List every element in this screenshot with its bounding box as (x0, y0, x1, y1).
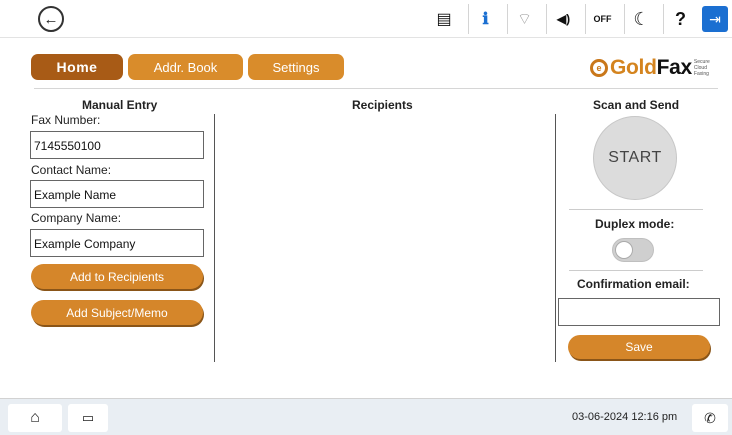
confirmation-email-label: Confirmation email: (577, 277, 690, 291)
left-column-divider (214, 114, 215, 362)
quiet-mode-off-icon[interactable]: OFF (585, 4, 615, 34)
logo-wordmark: GoldFax (610, 56, 692, 79)
right-column-divider (555, 114, 556, 362)
recipients-title: Recipients (352, 98, 413, 112)
company-name-label: Company Name: (31, 211, 122, 225)
date-time: 03-06-2024 12:16 pm (572, 411, 678, 423)
duplex-toggle[interactable] (612, 238, 654, 262)
job-status-button[interactable]: ▭ (68, 404, 108, 432)
sleep-moon-icon[interactable]: ☾ (624, 4, 654, 34)
company-name-field[interactable]: Example Company (30, 229, 204, 257)
logo-mark: e (590, 59, 608, 77)
wifi-direct-icon[interactable]: ⌔ (507, 4, 537, 34)
fax-app-screen: ← ▤ ℹ ⌔ ◀) OFF ☾ ? ⇥ Home Addr. Book Set… (0, 0, 732, 435)
scan-divider-2 (569, 270, 703, 271)
header-divider (34, 88, 718, 89)
contact-name-label: Contact Name: (31, 163, 112, 177)
add-to-recipients-button[interactable]: Add to Recipients (31, 264, 203, 289)
egoldfax-logo: e GoldFax Secure Cloud Faxing (590, 54, 716, 82)
home-button[interactable]: ⌂ (8, 404, 62, 432)
save-button[interactable]: Save (568, 335, 710, 359)
tab-home[interactable]: Home (31, 54, 123, 80)
bottom-bar: ⌂ ▭ 03-06-2024 12:16 pm ✆ (0, 398, 732, 435)
fax-number-label: Fax Number: (31, 113, 101, 127)
start-button[interactable]: START (593, 116, 677, 200)
exit-icon[interactable]: ⇥ (702, 6, 728, 32)
logo-tagline: Secure Cloud Faxing (693, 59, 710, 77)
speaker-icon[interactable]: ◀) (546, 4, 576, 34)
manual-entry-title: Manual Entry (82, 98, 158, 112)
fax-status-button[interactable]: ✆ (692, 404, 728, 432)
recipients-list[interactable] (216, 116, 554, 360)
duplex-mode-label: Duplex mode: (595, 217, 675, 231)
document-status-icon[interactable]: ▤ (429, 4, 459, 34)
help-icon[interactable]: ? (663, 4, 693, 34)
scan-divider-1 (569, 209, 703, 210)
top-status-bar: ← ▤ ℹ ⌔ ◀) OFF ☾ ? ⇥ (0, 0, 732, 38)
tab-addr-book[interactable]: Addr. Book (128, 54, 243, 80)
scan-send-title: Scan and Send (593, 98, 680, 112)
fax-phone-icon: ✆ (704, 409, 716, 426)
back-button[interactable]: ← (38, 6, 64, 32)
back-arrow-icon: ← (43, 10, 59, 28)
job-queue-icon: ▭ (81, 410, 95, 425)
fax-number-field[interactable]: 7145550100 (30, 131, 204, 159)
tab-settings[interactable]: Settings (248, 54, 344, 80)
contact-name-field[interactable]: Example Name (30, 180, 204, 208)
add-subject-memo-button[interactable]: Add Subject/Memo (31, 300, 203, 325)
home-icon: ⌂ (30, 409, 40, 426)
ink-info-icon[interactable]: ℹ (468, 4, 498, 34)
duplex-toggle-knob (615, 241, 633, 259)
confirmation-email-field[interactable] (558, 298, 720, 326)
status-icons: ▤ ℹ ⌔ ◀) OFF ☾ ? ⇥ (420, 4, 728, 34)
